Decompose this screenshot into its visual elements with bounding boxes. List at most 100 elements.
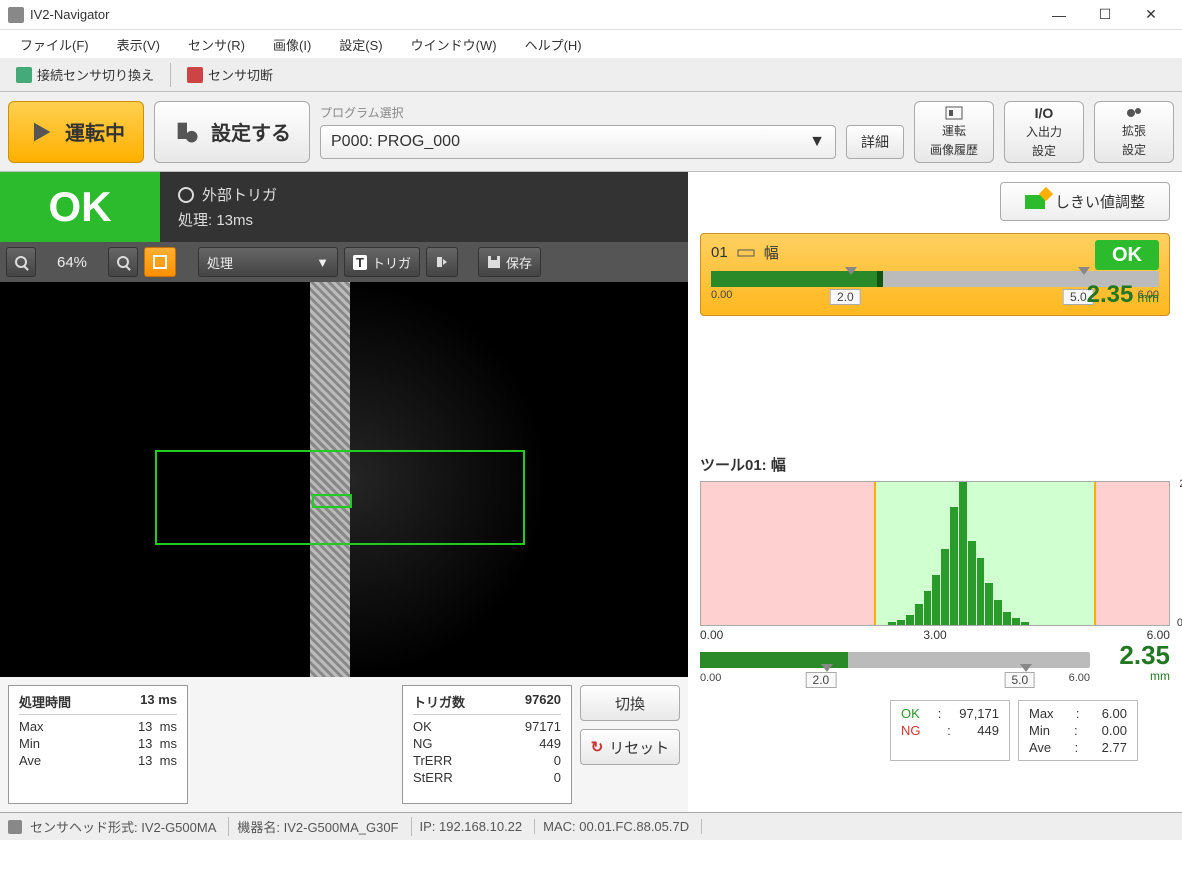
ok-badge: OK [0, 172, 160, 242]
switch-button[interactable]: 切換 [580, 685, 680, 721]
menu-sensor[interactable]: センサ(R) [176, 31, 257, 58]
setup-button[interactable]: 設定する [154, 101, 310, 163]
menu-image[interactable]: 画像(I) [261, 31, 323, 58]
io-label-2: 設定 [1032, 142, 1056, 159]
menu-settings[interactable]: 設定(S) [327, 31, 394, 58]
slider2-marker-high[interactable] [1020, 664, 1032, 672]
xtick-1: 3.00 [923, 628, 946, 642]
close-button[interactable]: ✕ [1128, 1, 1174, 29]
minimize-button[interactable]: ― [1036, 1, 1082, 29]
xtick-0: 0.00 [700, 628, 723, 642]
detail-button[interactable]: 詳細 [846, 125, 904, 159]
tool-ok-badge: OK [1095, 240, 1159, 270]
roi-rect [155, 450, 525, 545]
histogram-slider: 0.00 2.0 5.0 6.00 2.35mm [700, 652, 1090, 692]
tool-name: 幅 [764, 242, 779, 263]
menu-help[interactable]: ヘルプ(H) [513, 31, 594, 58]
menu-file[interactable]: ファイル(F) [8, 31, 101, 58]
status-info: 外部トリガ 処理: 13ms [160, 178, 688, 236]
gears-icon [1125, 106, 1143, 120]
mac-address: MAC: 00.01.FC.88.05.7D [543, 819, 702, 834]
proc-time-header: 処理時間 [19, 692, 71, 711]
program-select-group: プログラム選択 P000: PROG_000 ▼ 詳細 [320, 104, 904, 159]
io-top-label: I/O [1035, 105, 1054, 121]
menu-bar: ファイル(F) 表示(V) センサ(R) 画像(I) 設定(S) ウインドウ(W… [0, 30, 1182, 58]
program-value: P000: PROG_000 [331, 133, 460, 151]
menu-window[interactable]: ウインドウ(W) [399, 31, 509, 58]
tool-card[interactable]: 01 幅 OK 0.00 2.0 5.0 6.00 2.35mm [700, 233, 1170, 316]
histogram-title: ツール01: 幅 [700, 454, 1170, 475]
run-button[interactable]: 運転中 [8, 101, 144, 163]
connection-toolbar: 接続センサ切り換え センサ切断 [0, 58, 1182, 92]
info-button[interactable] [426, 247, 458, 277]
zoom-out-button[interactable] [6, 247, 36, 277]
reset-icon: ↻ [591, 738, 604, 756]
trigger-total: 97620 [525, 692, 561, 711]
stats-area: 処理時間13 ms Max13 ms Min13 ms Ave13 ms トリガ… [0, 677, 688, 812]
menu-view[interactable]: 表示(V) [105, 31, 172, 58]
io-settings-button[interactable]: I/O 入出力 設定 [1004, 101, 1084, 163]
minmax-box: Max:6.00 Min:0.00 Ave:2.77 [1018, 700, 1138, 761]
chevron-down-icon: ▼ [809, 133, 825, 151]
s2-right: 6.00 [1069, 672, 1090, 684]
sensor-icon [8, 820, 22, 834]
device-name: 機器名: IV2-G500MA_G30F [237, 817, 411, 836]
image-panel: OK 外部トリガ 処理: 13ms 64% 処理 ▼ Tトリガ 保存 処理時間 [0, 172, 688, 812]
trigger-button[interactable]: Tトリガ [344, 247, 420, 277]
histogram-bars [888, 482, 1028, 625]
zoom-out-icon [15, 256, 27, 268]
slider2-marker-low[interactable] [821, 664, 833, 672]
proc-time-label: 処理: 13ms [178, 209, 670, 230]
trigger-label: 外部トリガ [202, 184, 277, 205]
disconnect-sensor-button[interactable]: センサ切断 [177, 61, 283, 88]
bottom-status-bar: センサヘッド形式: IV2-G500MA 機器名: IV2-G500MA_G30… [0, 812, 1182, 840]
reset-button[interactable]: ↻ リセット [580, 729, 680, 765]
zoom-in-icon [117, 256, 129, 268]
threshold-adjust-button[interactable]: しきい値調整 [1000, 182, 1170, 221]
zoom-in-button[interactable] [108, 247, 138, 277]
result-panel: しきい値調整 01 幅 OK 0.00 2.0 5.0 6.00 2.35mm [688, 172, 1182, 812]
save-button[interactable]: 保存 [478, 247, 541, 277]
action-buttons: 切換 ↻ リセット [580, 685, 680, 804]
ip-address: IP: 192.168.10.22 [420, 819, 536, 834]
proc-time-box: 処理時間13 ms Max13 ms Min13 ms Ave13 ms [8, 685, 188, 804]
history-icon [945, 106, 963, 120]
main-area: OK 外部トリガ 処理: 13ms 64% 処理 ▼ Tトリガ 保存 処理時間 [0, 172, 1182, 812]
zoom-value: 64% [42, 254, 102, 271]
cube-icon [16, 67, 32, 83]
window-title: IV2-Navigator [30, 7, 109, 22]
fit-icon [153, 255, 167, 269]
histogram-value: 2.35mm [1119, 640, 1170, 683]
process-dropdown[interactable]: 処理 ▼ [198, 247, 338, 277]
t-icon: T [353, 255, 367, 270]
history-label-2: 画像履歴 [930, 141, 978, 158]
history-label-1: 運転 [942, 122, 966, 139]
summary-boxes: OK:97,171 NG:449 Max:6.00 Min:0.00 Ave:2… [890, 700, 1170, 761]
program-dropdown[interactable]: P000: PROG_000 ▼ [320, 125, 836, 159]
threshold-label: しきい値調整 [1055, 191, 1145, 212]
slider-marker-high [1078, 267, 1090, 275]
maximize-button[interactable]: ☐ [1082, 1, 1128, 29]
reset-label: リセット [609, 737, 669, 758]
disconnect-sensor-label: センサ切断 [208, 65, 273, 84]
view-toolbar: 64% 処理 ▼ Tトリガ 保存 [0, 242, 688, 282]
histogram-area: 20,000 0 0.00 3.00 6.00 0.00 2.0 5.0 6.0… [700, 481, 1170, 761]
history-button[interactable]: 運転 画像履歴 [914, 101, 994, 163]
y-min: 0 [1177, 617, 1182, 629]
status-bar-top: OK 外部トリガ 処理: 13ms [0, 172, 688, 242]
s2-high: 5.0 [1004, 672, 1035, 688]
slider-marker-low [845, 267, 857, 275]
threshold-line-low [874, 482, 876, 625]
run-label: 運転中 [65, 117, 125, 146]
process-label: 処理 [207, 253, 233, 272]
image-view[interactable] [0, 282, 688, 677]
switch-sensor-button[interactable]: 接続センサ切り換え [6, 61, 164, 88]
histogram-chart: 20,000 0 [700, 481, 1170, 626]
chevron-down-icon: ▼ [316, 255, 329, 270]
threshold-line-high [1094, 482, 1096, 625]
ext-settings-button[interactable]: 拡張 設定 [1094, 101, 1174, 163]
sensor-head: センサヘッド形式: IV2-G500MA [30, 817, 229, 836]
fit-button[interactable] [144, 247, 176, 277]
min-label: Min [19, 736, 40, 751]
circle-icon [178, 187, 194, 203]
